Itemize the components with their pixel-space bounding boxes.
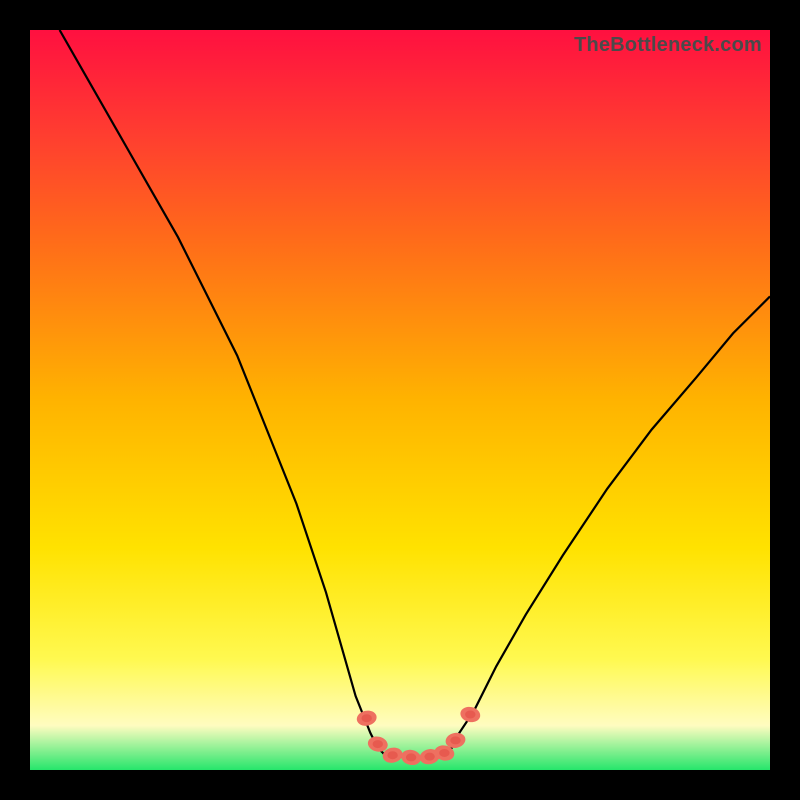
data-marker [459, 705, 482, 724]
data-marker [400, 748, 423, 767]
marker-group [355, 705, 481, 767]
plot-area: TheBottleneck.com [30, 30, 770, 770]
curve-group [60, 30, 770, 757]
chart-frame: TheBottleneck.com [0, 0, 800, 800]
chart-svg [30, 30, 770, 770]
data-marker [355, 709, 378, 728]
bottleneck-curve [60, 30, 770, 757]
